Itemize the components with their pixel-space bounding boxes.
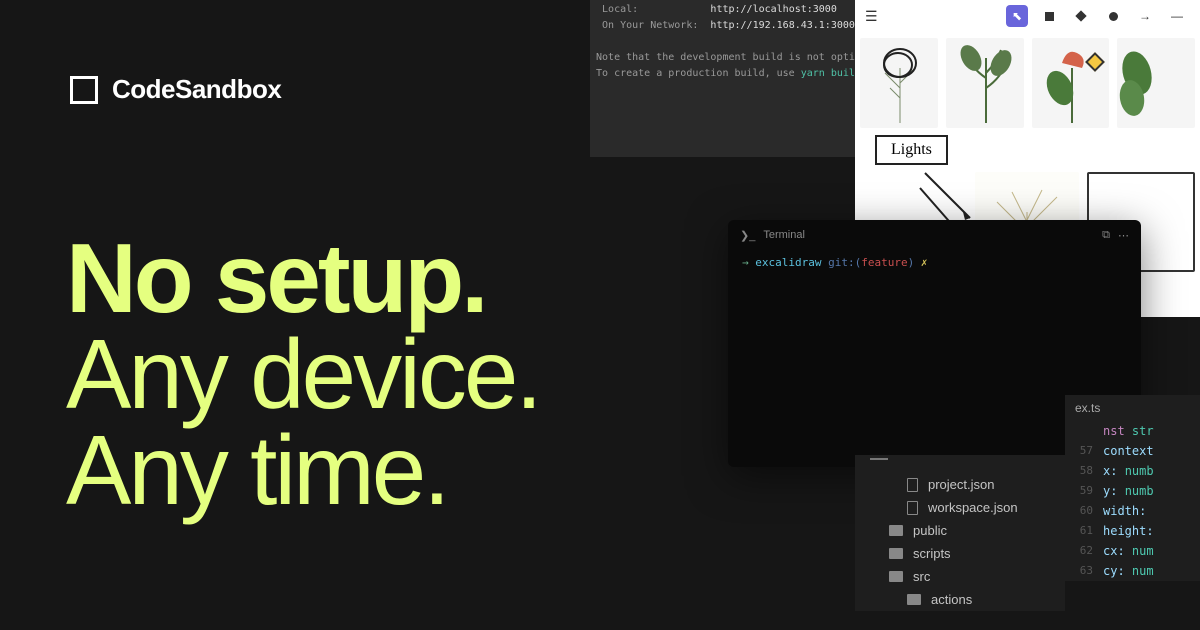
- code-line[interactable]: 59 y: numb: [1065, 481, 1200, 501]
- line-number: 60: [1065, 504, 1093, 518]
- code-content: x: numb: [1103, 464, 1154, 478]
- file-item[interactable]: workspace.json: [855, 496, 1065, 519]
- arrow-tool[interactable]: →: [1134, 5, 1156, 27]
- code-content: height:: [1103, 524, 1154, 538]
- code-content: cy: num: [1103, 564, 1154, 578]
- terminal-title: Terminal: [763, 229, 805, 241]
- folder-icon: [889, 571, 903, 582]
- prompt-branch: feature: [861, 256, 907, 269]
- brand-logo: CodeSandbox: [70, 74, 281, 105]
- editor-tab[interactable]: ex.ts: [1065, 395, 1200, 421]
- prompt-path: excalidraw: [755, 256, 821, 269]
- local-label: Local:: [590, 4, 638, 15]
- code-line[interactable]: 60 width:: [1065, 501, 1200, 521]
- tagline: No setup. Any device. Any time.: [66, 230, 540, 518]
- code-line[interactable]: nst str: [1065, 421, 1200, 441]
- item-label: scripts: [913, 546, 951, 561]
- item-label: project.json: [928, 477, 994, 492]
- plant-card[interactable]: [1032, 38, 1110, 128]
- dev-server-panel: Local: http://localhost:3000 On Your Net…: [590, 0, 855, 157]
- cursor-tool[interactable]: ⬉: [1006, 5, 1028, 27]
- file-icon: [907, 501, 918, 515]
- code-content: y: numb: [1103, 484, 1154, 498]
- plant-card[interactable]: [860, 38, 938, 128]
- tagline-line-2: Any device.: [66, 326, 540, 422]
- folder-icon: [889, 548, 903, 559]
- square-tool[interactable]: [1038, 5, 1060, 27]
- code-content: width:: [1103, 504, 1146, 518]
- network-url: http://192.168.43.1:3000: [710, 20, 855, 31]
- network-label: On Your Network:: [590, 20, 698, 31]
- item-label: public: [913, 523, 947, 538]
- line-number: [1065, 424, 1093, 438]
- code-content: nst str: [1103, 424, 1154, 438]
- code-content: cx: num: [1103, 544, 1154, 558]
- hamburger-icon[interactable]: ☰: [865, 8, 878, 25]
- file-item[interactable]: project.json: [855, 473, 1065, 496]
- prompt-icon: ❯_: [740, 229, 755, 242]
- plant-row-1: [860, 38, 1195, 128]
- build-note-2: To create a production build, use: [590, 68, 801, 79]
- folder-item[interactable]: scripts: [855, 542, 1065, 565]
- folder-item[interactable]: public: [855, 519, 1065, 542]
- item-label: actions: [931, 592, 972, 607]
- item-label: workspace.json: [928, 500, 1018, 515]
- split-icon[interactable]: ⧉: [1102, 229, 1110, 242]
- logo-icon: [70, 76, 98, 104]
- line-number: 57: [1065, 444, 1093, 458]
- prompt-arrow: →: [742, 256, 749, 269]
- folder-item[interactable]: actions: [855, 588, 1065, 611]
- diamond-tool[interactable]: [1070, 5, 1092, 27]
- item-label: src: [913, 569, 930, 584]
- build-note-1: Note that the development build is not o…: [590, 50, 855, 66]
- code-line[interactable]: 61 height:: [1065, 521, 1200, 541]
- file-icon: [907, 478, 918, 492]
- circle-tool[interactable]: [1102, 5, 1124, 27]
- code-content: context: [1103, 444, 1154, 458]
- build-command: yarn build: [801, 68, 861, 79]
- brand-name: CodeSandbox: [112, 74, 281, 105]
- file-explorer: project.json workspace.json public scripts s…: [855, 455, 1065, 611]
- code-editor: ex.ts nst str 57 context 58 x: numb 59 y: numb…: [1065, 395, 1200, 581]
- prompt-git: git:(: [828, 256, 861, 269]
- more-icon[interactable]: ⋯: [1118, 229, 1129, 242]
- line-number: 61: [1065, 524, 1093, 538]
- collapse-icon[interactable]: [870, 458, 888, 460]
- code-line[interactable]: 58 x: numb: [1065, 461, 1200, 481]
- code-line[interactable]: 57 context: [1065, 441, 1200, 461]
- tagline-line-3: Any time.: [66, 422, 540, 518]
- line-tool[interactable]: —: [1166, 5, 1188, 27]
- plant-card[interactable]: [946, 38, 1024, 128]
- code-line[interactable]: 62 cx: num: [1065, 541, 1200, 561]
- plant-card[interactable]: [1117, 38, 1195, 128]
- folder-icon: [889, 525, 903, 536]
- line-number: 59: [1065, 484, 1093, 498]
- tagline-line-1: No setup.: [66, 230, 540, 326]
- terminal-body[interactable]: → excalidraw git:(feature) ✗: [728, 250, 1141, 275]
- code-line[interactable]: 63 cy: num: [1065, 561, 1200, 581]
- line-number: 58: [1065, 464, 1093, 478]
- drawing-toolbar: ⬉ → —: [1006, 5, 1188, 27]
- prompt-dirty-icon: ✗: [921, 256, 928, 269]
- line-number: 63: [1065, 564, 1093, 578]
- folder-icon: [907, 594, 921, 605]
- local-url: http://localhost:3000: [710, 4, 836, 15]
- lights-label[interactable]: Lights: [875, 135, 948, 165]
- terminal-header: ❯_ Terminal ⧉ ⋯: [728, 220, 1141, 250]
- folder-item[interactable]: src: [855, 565, 1065, 588]
- line-number: 62: [1065, 544, 1093, 558]
